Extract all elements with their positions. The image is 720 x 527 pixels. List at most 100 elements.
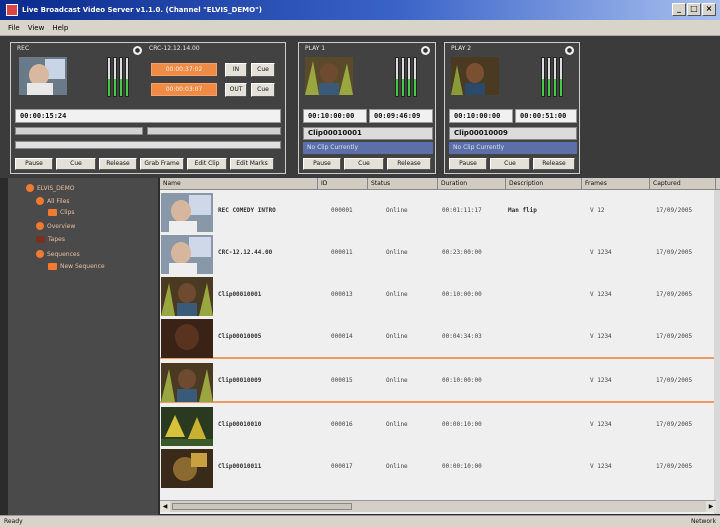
clip-thumbnail	[161, 235, 213, 274]
edit-marks-button[interactable]: Edit Marks	[230, 158, 274, 170]
table-row[interactable]: CRC-12.12.44.00 000011 Online 00:23:00:0…	[160, 234, 716, 275]
column-header-duration[interactable]: Duration	[438, 178, 506, 190]
folder-icon	[36, 197, 44, 205]
record-scrub-slider[interactable]	[15, 141, 281, 149]
cue-button[interactable]: Cue	[344, 158, 384, 170]
clip-thumbnail	[161, 449, 213, 488]
cell-name: Clip00010001	[218, 291, 262, 298]
record-progress-bar[interactable]	[15, 127, 143, 135]
menu-help[interactable]: Help	[52, 24, 68, 32]
column-header-description[interactable]: Description	[506, 178, 582, 190]
cell-frames: V 1234	[590, 421, 612, 428]
scroll-right-icon[interactable]: ▶	[706, 501, 716, 512]
cue-button[interactable]: Cue	[490, 158, 530, 170]
out-button[interactable]: OUT	[225, 83, 247, 97]
release-button[interactable]: Release	[99, 158, 137, 170]
tape-icon	[36, 236, 45, 243]
scroll-left-icon[interactable]: ◀	[160, 501, 170, 512]
tree-root[interactable]: ELVIS_DEMO	[26, 184, 74, 192]
tree-item-new-sequence[interactable]: New Sequence	[48, 263, 105, 270]
cell-status: Online	[386, 207, 408, 214]
pin-icon[interactable]: ●	[565, 46, 574, 55]
maximize-button[interactable]: □	[687, 3, 701, 16]
grab-frame-button[interactable]: Grab Frame	[140, 158, 184, 170]
tree-label: Clips	[60, 209, 75, 216]
status-bar: Ready Network	[0, 515, 720, 527]
tree-item-sequences[interactable]: Sequences	[36, 250, 80, 258]
record-button-row: Pause Cue Release Grab Frame Edit Clip E…	[15, 158, 274, 170]
cell-duration: 00:04:34:03	[442, 333, 482, 340]
cell-duration: 00:01:11:17	[442, 207, 482, 214]
record-preview-thumbnail	[19, 57, 67, 95]
audio-meter	[407, 57, 411, 97]
player-1-preview-thumbnail	[305, 57, 353, 95]
tree-item-tapes[interactable]: Tapes	[36, 236, 65, 243]
column-header-frames[interactable]: Frames	[582, 178, 650, 190]
tree-label: All Files	[47, 197, 70, 205]
player-1-current-timecode: 00:10:00:00	[303, 109, 367, 123]
pause-button[interactable]: Pause	[15, 158, 53, 170]
cell-id: 000013	[331, 291, 353, 298]
clip-table: Name ID Status Duration Description Fram…	[160, 178, 720, 514]
column-header-id[interactable]: ID	[318, 178, 368, 190]
column-header-name[interactable]: Name	[160, 178, 318, 190]
cell-duration: 00:10:00:00	[442, 291, 482, 298]
pause-button[interactable]: Pause	[303, 158, 341, 170]
player-2-current-timecode: 00:10:00:00	[449, 109, 513, 123]
menu-file[interactable]: File	[8, 24, 20, 32]
record-progress-bar-2[interactable]	[147, 127, 281, 135]
audio-meter	[559, 57, 563, 97]
in-button[interactable]: IN	[225, 63, 247, 77]
audio-meter	[107, 57, 111, 97]
out-timecode-button[interactable]: 00:00:03:07	[151, 83, 217, 96]
cell-status: Online	[386, 377, 408, 384]
cell-id: 000011	[331, 249, 353, 256]
edit-clip-button[interactable]: Edit Clip	[187, 158, 227, 170]
record-timecode: 00:00:15:24	[15, 109, 281, 123]
column-header-status[interactable]: Status	[368, 178, 438, 190]
window-controls: _ □ ×	[672, 3, 716, 16]
in-timecode-button[interactable]: 00:00:37:02	[151, 63, 217, 76]
tree-label: Tapes	[48, 236, 65, 243]
cue-button[interactable]: Cue	[56, 158, 96, 170]
cell-duration: 00:00:10:00	[442, 463, 482, 470]
cue-in-button[interactable]: Cue	[251, 63, 275, 77]
folder-icon	[48, 209, 57, 216]
audio-meter	[547, 57, 551, 97]
tree-item-overview[interactable]: Overview	[36, 222, 75, 230]
tree-item-all-files[interactable]: All Files	[36, 197, 70, 205]
cell-status: Online	[386, 249, 408, 256]
table-row[interactable]: Clip00010010 000016 Online 00:00:10:00 V…	[160, 406, 716, 447]
cell-captured: 17/09/2005	[656, 377, 693, 384]
table-row[interactable]: Clip00010001 000013 Online 00:10:00:00 V…	[160, 276, 716, 317]
release-button[interactable]: Release	[533, 158, 575, 170]
menu-view[interactable]: View	[28, 24, 45, 32]
table-row[interactable]: Clip00010005 000014 Online 00:04:34:03 V…	[160, 318, 716, 359]
tree-item-clips[interactable]: Clips	[48, 209, 74, 216]
player-2-clip-name: Clip00010009	[449, 127, 577, 140]
pin-icon[interactable]: ●	[421, 46, 430, 55]
vertical-scrollbar[interactable]	[714, 190, 720, 514]
table-row[interactable]: REC COMEDY INTRO 000001 Online 00:01:11:…	[160, 192, 716, 233]
menu-bar: File View Help	[0, 20, 720, 36]
player-2-label: PLAY 2	[451, 45, 472, 52]
tree-label: Sequences	[47, 250, 80, 258]
close-button[interactable]: ×	[702, 3, 716, 16]
pin-icon[interactable]: ●	[133, 46, 142, 55]
horizontal-scrollbar[interactable]: ◀ ▶	[160, 500, 716, 512]
cell-frames: V 1234	[590, 291, 612, 298]
table-row[interactable]: Clip00010011 000017 Online 00:00:10:00 V…	[160, 448, 716, 489]
cell-captured: 17/09/2005	[656, 249, 693, 256]
minimize-button[interactable]: _	[672, 3, 686, 16]
scrollbar-thumb[interactable]	[172, 503, 352, 510]
column-header-captured[interactable]: Captured	[650, 178, 716, 190]
table-header: Name ID Status Duration Description Fram…	[160, 178, 720, 190]
cell-description: Man flip	[508, 207, 537, 214]
table-row[interactable]: Clip00010009 000015 Online 00:10:00:00 V…	[160, 362, 716, 403]
cell-id: 000016	[331, 421, 353, 428]
cue-out-button[interactable]: Cue	[251, 83, 275, 97]
player-1-remaining-timecode: 00:09:46:09	[369, 109, 433, 123]
clip-thumbnail	[161, 407, 213, 446]
pause-button[interactable]: Pause	[449, 158, 487, 170]
release-button[interactable]: Release	[387, 158, 431, 170]
